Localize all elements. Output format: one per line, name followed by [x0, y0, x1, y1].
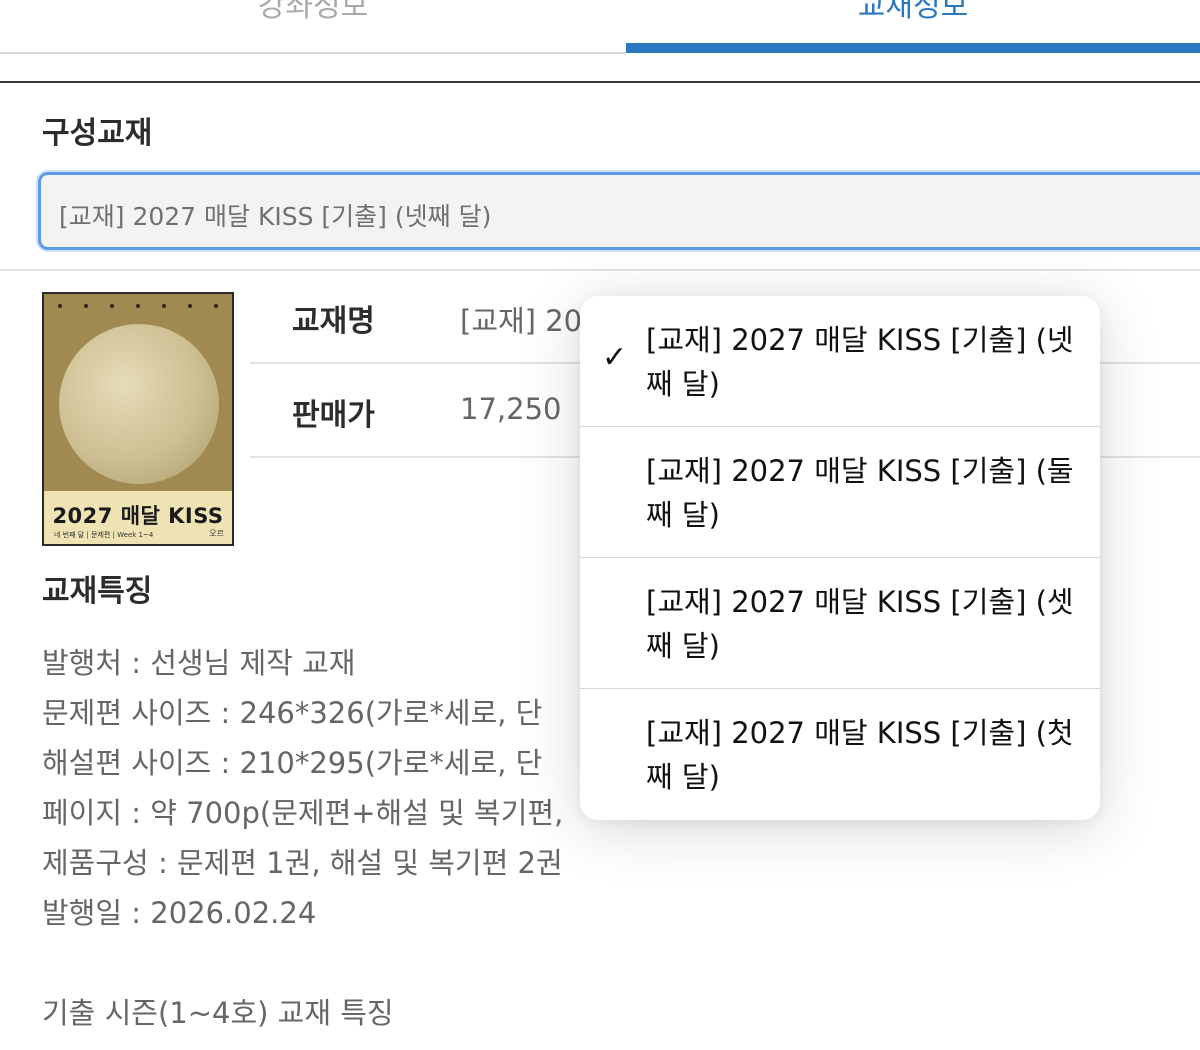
feature-line: 해설편 사이즈 : 210*295(가로*세로, 단 [42, 746, 543, 780]
cover-dot [58, 304, 62, 308]
feature-line: 기출 시즌(1~4호) 교재 특징 [42, 996, 394, 1030]
cover-title: 2027 매달 KISS [52, 504, 224, 528]
textbook-dropdown-menu: ✓ [교재] 2027 매달 KISS [기출] (넷째 달) [교재] 202… [580, 296, 1100, 820]
book-name-value: [교재] 20 [460, 304, 583, 338]
tab-bar: 강좌정보 교재정보 [0, 0, 1200, 54]
dropdown-option-label: [교재] 2027 매달 KISS [기출] (첫째 달) [646, 716, 1074, 794]
tab-textbook-info[interactable]: 교재정보 [626, 0, 1200, 32]
dropdown-option-label: [교재] 2027 매달 KISS [기출] (셋째 달) [646, 585, 1074, 663]
features-title: 교재특징 [42, 574, 153, 609]
textbook-select[interactable]: [교재] 2027 매달 KISS [기출] (넷째 달) [38, 172, 1200, 250]
cover-subtitle: 네 번째 달 | 문제편 | Week 1~4 [54, 531, 154, 539]
book-cover-image: 2027 매달 KISS 네 번째 달 | 문제편 | Week 1~4 오르 [42, 292, 234, 546]
feature-line: 발행처 : 선생님 제작 교재 [42, 646, 356, 680]
components-title: 구성교재 [42, 116, 153, 151]
feature-line: 페이지 : 약 700p(문제편+해설 및 복기편, [42, 796, 564, 830]
cover-dot [162, 304, 166, 308]
cover-dot [214, 304, 218, 308]
feature-line: 제품구성 : 문제편 1권, 해설 및 복기편 2권 [42, 846, 563, 880]
cover-dot [136, 304, 140, 308]
cover-logo: 오르 [209, 529, 224, 538]
feature-line: 발행일 : 2026.02.24 [42, 896, 317, 930]
dropdown-option[interactable]: [교재] 2027 매달 KISS [기출] (둘째 달) [580, 427, 1100, 558]
checkmark-icon: ✓ [602, 340, 628, 375]
tab-course-info[interactable]: 강좌정보 [0, 0, 626, 32]
cover-dots [58, 304, 218, 312]
price-label: 판매가 [292, 398, 375, 433]
cover-moon-graphic [59, 324, 219, 484]
tab-underline [0, 52, 626, 54]
feature-line: 문제편 사이즈 : 246*326(가로*세로, 단 [42, 696, 543, 730]
dropdown-option-label: [교재] 2027 매달 KISS [기출] (둘째 달) [646, 454, 1074, 532]
dropdown-option-label: [교재] 2027 매달 KISS [기출] (넷째 달) [646, 323, 1074, 401]
section-divider [0, 81, 1200, 83]
dropdown-option[interactable]: [교재] 2027 매달 KISS [기출] (셋째 달) [580, 558, 1100, 689]
price-value: 17,250 [460, 392, 562, 426]
active-tab-indicator [626, 43, 1200, 53]
cover-dot [110, 304, 114, 308]
textbook-select-value: [교재] 2027 매달 KISS [기출] (넷째 달) [59, 202, 492, 231]
dropdown-option[interactable]: ✓ [교재] 2027 매달 KISS [기출] (넷째 달) [580, 296, 1100, 427]
book-name-label: 교재명 [292, 304, 375, 339]
cover-dot [188, 304, 192, 308]
cover-dot [84, 304, 88, 308]
dropdown-option[interactable]: [교재] 2027 매달 KISS [기출] (첫째 달) [580, 689, 1100, 820]
